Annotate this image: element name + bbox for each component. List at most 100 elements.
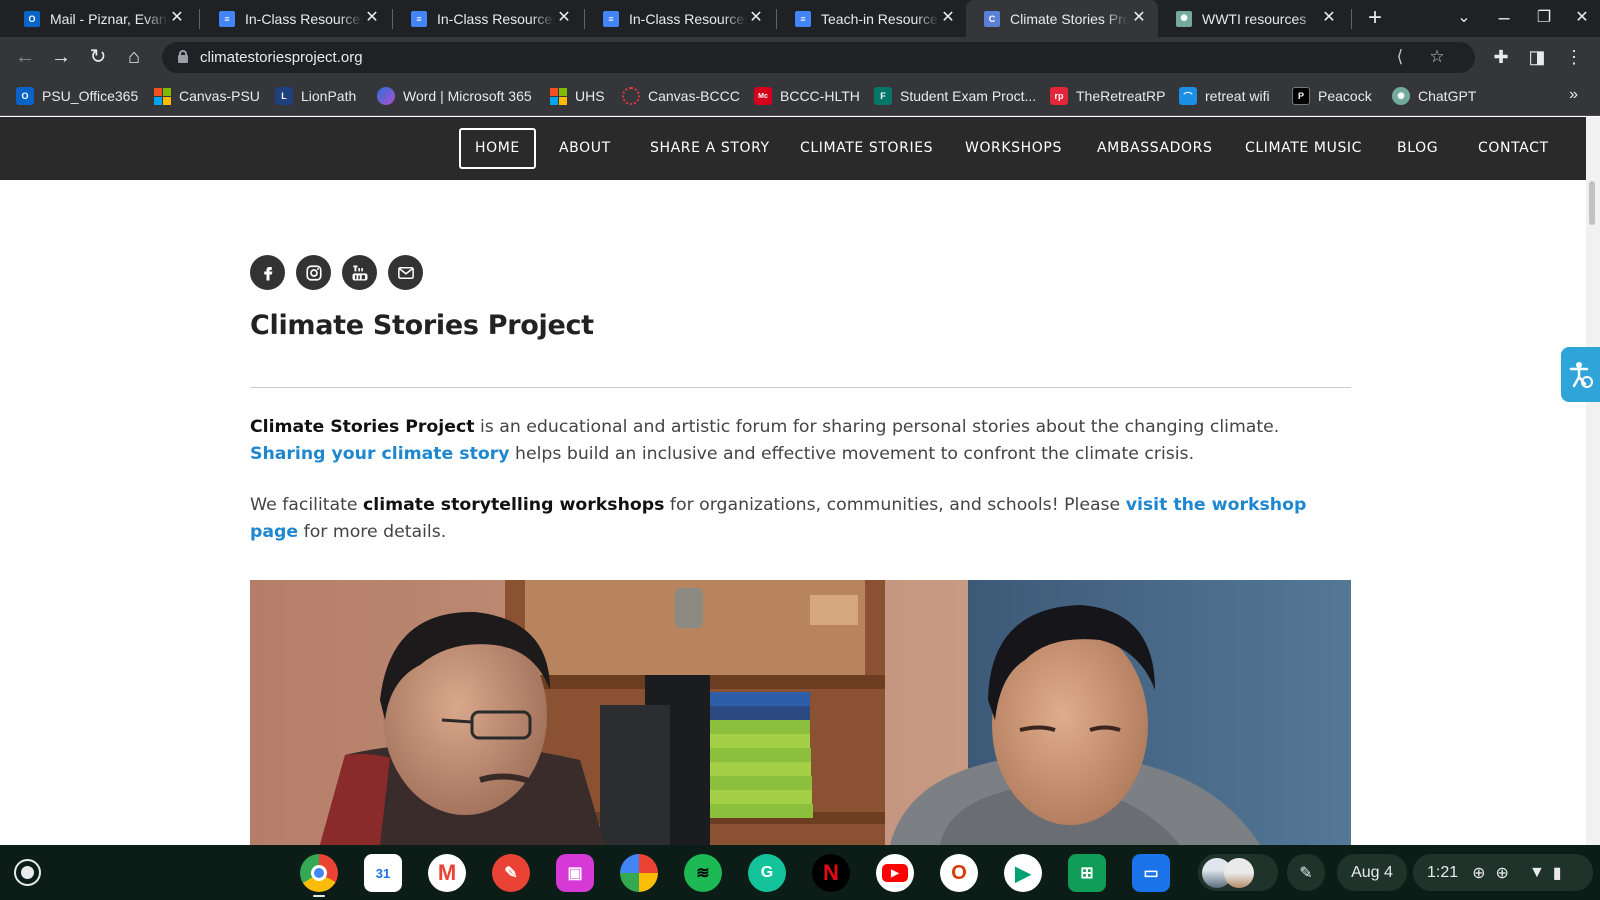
bookmark-lionpath[interactable]: L LionPath xyxy=(275,77,356,115)
minimize-icon[interactable]: – xyxy=(1492,6,1516,30)
tab-climate-stories-project[interactable]: C Climate Stories Project ✕ xyxy=(966,0,1158,37)
scrollbar-thumb[interactable] xyxy=(1589,181,1595,225)
holding-space-pill[interactable] xyxy=(1198,854,1278,891)
accessibility-icon[interactable] xyxy=(1561,347,1600,402)
tab-title: Mail - Piznar, Evan R xyxy=(50,10,168,27)
tab-search-icon[interactable]: ⌄ xyxy=(1452,6,1476,30)
tab-in-class-resources[interactable]: ≡ In-Class Resources ✕ xyxy=(585,0,775,37)
nav-blog[interactable]: BLOG xyxy=(1383,128,1452,169)
calendar-day: 31 xyxy=(375,865,391,881)
facebook-icon[interactable] xyxy=(250,255,285,290)
page-scrollbar[interactable] xyxy=(1586,117,1600,845)
lock-icon[interactable] xyxy=(178,50,188,63)
nav-share-a-story[interactable]: SHARE A STORY xyxy=(636,128,784,169)
nav-ambassadors[interactable]: AMBASSADORS xyxy=(1083,128,1226,169)
workshop-bold: climate storytelling workshops xyxy=(363,495,665,515)
bookmark-canvas-bccc[interactable]: Canvas-BCCC xyxy=(622,77,740,115)
stylus-icon[interactable]: ✎ xyxy=(1287,854,1325,891)
youtube-icon[interactable] xyxy=(342,255,377,290)
instagram-icon[interactable] xyxy=(296,255,331,290)
nav-contact[interactable]: CONTACT xyxy=(1464,128,1563,169)
calendar-icon[interactable]: 31 xyxy=(364,854,402,892)
paint-icon[interactable]: ✎ xyxy=(492,854,530,892)
bookmark-bccc-hlth[interactable]: Mc BCCC-HLTH xyxy=(754,77,860,115)
retreat-icon: rp xyxy=(1050,87,1068,105)
netflix-icon[interactable]: N xyxy=(812,854,850,892)
bookmark-label: LionPath xyxy=(301,88,357,104)
email-icon[interactable] xyxy=(388,255,423,290)
intro-paragraph: Climate Stories Project is an educationa… xyxy=(250,414,1350,468)
bookmark-uhs[interactable]: UHS xyxy=(549,77,605,115)
address-bar[interactable]: climatestoriesproject.org ⟨ ☆ xyxy=(162,42,1475,73)
tab-teach-in-resources[interactable]: ≡ Teach-in Resources ✕ xyxy=(777,0,967,37)
youtube-icon[interactable]: ▶ xyxy=(876,854,914,892)
play-store-icon[interactable]: ▶ xyxy=(1004,854,1042,892)
close-icon[interactable]: ✕ xyxy=(939,9,957,27)
grammarly-icon[interactable]: G xyxy=(748,854,786,892)
intro-text: helps build an inclusive and effective m… xyxy=(509,444,1195,464)
url-text[interactable]: climatestoriesproject.org xyxy=(200,49,363,66)
tab-divider xyxy=(1351,9,1352,29)
close-icon[interactable]: ✕ xyxy=(1130,9,1148,27)
office-icon[interactable]: O xyxy=(940,854,978,892)
date-pill[interactable]: Aug 4 xyxy=(1337,854,1407,891)
nav-about[interactable]: ABOUT xyxy=(545,128,625,169)
tab-wwti-resources[interactable]: ✺ WWTI resources ✕ xyxy=(1158,0,1348,37)
chrome-icon[interactable] xyxy=(300,854,338,892)
bookmark-retreat-wifi[interactable]: ⌒ retreat wifi xyxy=(1179,77,1270,115)
home-icon[interactable]: ⌂ xyxy=(121,44,147,70)
close-icon[interactable]: ✕ xyxy=(555,9,573,27)
more-bookmarks-icon[interactable]: » xyxy=(1569,86,1578,104)
bookmark-student-exam-proctoring[interactable]: F Student Exam Proct... xyxy=(874,77,1036,115)
menu-kebab-icon[interactable]: ⋮ xyxy=(1561,44,1587,70)
tab-title: Teach-in Resources xyxy=(821,10,939,27)
close-icon[interactable]: ✕ xyxy=(363,9,381,27)
battery-icon: ▮ xyxy=(1552,864,1562,882)
tab-title: In-Class Resources xyxy=(245,10,363,27)
date-text: Aug 4 xyxy=(1351,863,1393,881)
tab-in-class-resources[interactable]: ≡ In-Class Resources ✕ xyxy=(393,0,583,37)
new-tab-button[interactable]: + xyxy=(1362,6,1388,32)
bookmark-psu-office365[interactable]: O PSU_Office365 xyxy=(16,77,138,115)
reload-icon[interactable]: ↻ xyxy=(85,44,111,70)
share-icon[interactable]: ⟨ xyxy=(1389,46,1411,68)
nav-climate-music[interactable]: CLIMATE MUSIC xyxy=(1231,128,1376,169)
active-app-indicator xyxy=(313,895,325,897)
restore-icon[interactable]: ❐ xyxy=(1532,6,1556,30)
close-icon[interactable]: ✕ xyxy=(747,9,765,27)
photos-icon[interactable] xyxy=(620,854,658,892)
tab-mail[interactable]: O Mail - Piznar, Evan R ✕ xyxy=(6,0,196,37)
extensions-icon[interactable]: ✚ xyxy=(1488,44,1514,70)
close-icon[interactable]: ✕ xyxy=(1320,9,1338,27)
back-icon[interactable]: ← xyxy=(12,44,38,70)
screencast-icon[interactable]: ▣ xyxy=(556,854,594,892)
bookmark-star-icon[interactable]: ☆ xyxy=(1426,46,1448,68)
launcher-icon[interactable] xyxy=(14,859,41,886)
forms-icon: F xyxy=(874,87,892,105)
bookmark-canvas-psu[interactable]: Canvas-PSU xyxy=(153,77,260,115)
hero-photo xyxy=(250,580,1351,845)
intro-lead: Climate Stories Project xyxy=(250,417,475,437)
nav-workshops[interactable]: WORKSHOPS xyxy=(951,128,1076,169)
bookmark-peacock[interactable]: P Peacock xyxy=(1292,77,1372,115)
share-story-link[interactable]: Sharing your climate story xyxy=(250,444,510,464)
intro-text: is an educational and artistic forum for… xyxy=(474,417,1280,437)
bookmark-word-microsoft365[interactable]: Word | Microsoft 365 xyxy=(377,77,532,115)
spotify-icon[interactable]: ≋ xyxy=(684,854,722,892)
bookmark-chatgpt[interactable]: ✺ ChatGPT xyxy=(1392,77,1476,115)
tab-in-class-resources[interactable]: ≡ In-Class Resources ✕ xyxy=(201,0,391,37)
forward-icon[interactable]: → xyxy=(48,44,74,70)
side-panel-icon[interactable]: ◨ xyxy=(1524,44,1550,70)
close-window-icon[interactable]: ✕ xyxy=(1570,6,1594,30)
gmail-icon[interactable]: M xyxy=(428,854,466,892)
status-tray[interactable]: 1:21 ⊕ ⊕ ▼ ▮ xyxy=(1413,854,1593,891)
tab-title: WWTI resources xyxy=(1202,10,1307,27)
bookmark-theretreatrp[interactable]: rp TheRetreatRP xyxy=(1050,77,1165,115)
chatgpt-icon: ✺ xyxy=(1176,10,1192,27)
nav-climate-stories[interactable]: CLIMATE STORIES xyxy=(786,128,947,169)
sheets-icon[interactable]: ⊞ xyxy=(1068,854,1106,892)
nav-home[interactable]: HOME xyxy=(459,128,536,169)
files-icon[interactable]: ▭ xyxy=(1132,854,1170,892)
close-icon[interactable]: ✕ xyxy=(168,9,186,27)
climate-stories-icon: C xyxy=(984,10,1000,27)
